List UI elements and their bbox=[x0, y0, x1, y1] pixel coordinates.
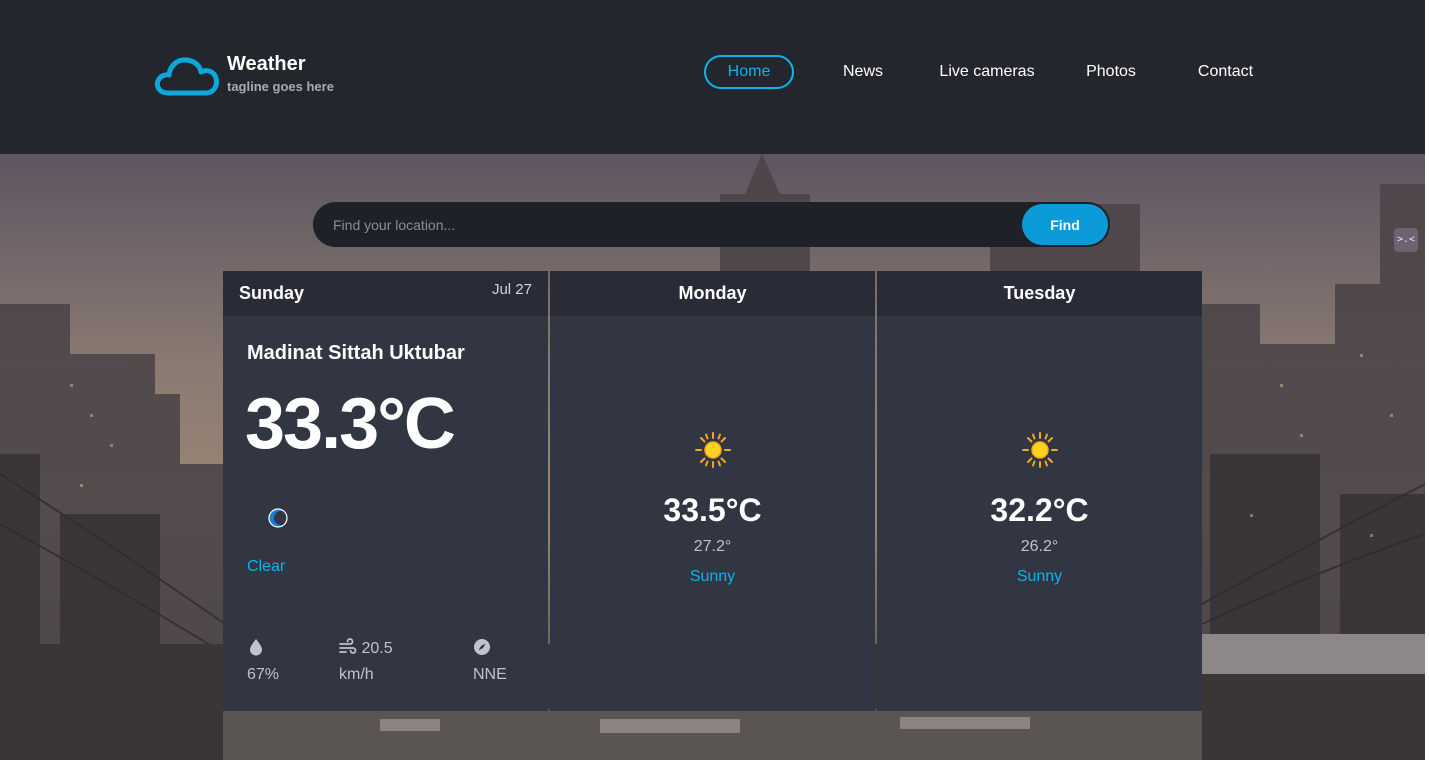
main-nav: Home News Live cameras Photos Contact bbox=[0, 55, 1425, 89]
forecast-header-monday: Monday bbox=[550, 271, 875, 316]
location-search-bar: Find bbox=[313, 202, 1110, 247]
location-search-input[interactable] bbox=[313, 202, 1013, 247]
nav-photos[interactable]: Photos bbox=[1076, 55, 1146, 89]
humidity-value: 67% bbox=[247, 666, 280, 683]
wind-speed-unit: km/h bbox=[339, 666, 374, 683]
forecast-card-tuesday: Tuesday 32.2°C 26.2° Sunny bbox=[877, 271, 1202, 711]
forecast-day-name: Tuesday bbox=[1003, 283, 1076, 303]
wind-stat: 20.5 km/h bbox=[339, 636, 393, 688]
side-panel-handle[interactable]: >.< bbox=[1394, 228, 1418, 252]
forecast-max-temp: 33.5°C bbox=[663, 492, 762, 528]
forecast-condition: Sunny bbox=[689, 568, 736, 585]
today-date: Jul 27 bbox=[491, 281, 532, 298]
forecast-container: Sunday Jul 27 Madinat Sittah Uktubar 33.… bbox=[223, 271, 1202, 711]
forecast-day-name: Monday bbox=[678, 283, 747, 303]
wind-direction-value: NNE bbox=[473, 666, 507, 683]
nav-news[interactable]: News bbox=[833, 55, 893, 89]
sun-icon bbox=[695, 432, 731, 468]
wind-speed-value: 20.5 bbox=[361, 640, 393, 657]
page-edge bbox=[1425, 0, 1429, 760]
forecast-min-temp: 27.2° bbox=[693, 538, 732, 555]
moon-icon bbox=[268, 508, 288, 528]
today-day-name: Sunday bbox=[239, 283, 305, 303]
find-button[interactable]: Find bbox=[1022, 204, 1108, 245]
sun-icon bbox=[1022, 432, 1058, 468]
current-temperature: 33.3°C bbox=[245, 384, 456, 464]
nav-live-cameras[interactable]: Live cameras bbox=[932, 55, 1042, 89]
wind-icon bbox=[339, 638, 357, 654]
wind-direction-stat: NNE bbox=[473, 636, 507, 688]
site-header: Weather tagline goes here Home News Live… bbox=[0, 0, 1425, 154]
current-condition: Clear bbox=[247, 558, 286, 575]
nav-contact[interactable]: Contact bbox=[1188, 55, 1263, 89]
today-header: Sunday Jul 27 bbox=[223, 271, 548, 316]
forecast-card-monday: Monday 33.5°C 27.2° Sunny bbox=[550, 271, 875, 711]
location-name: Madinat Sittah Uktubar bbox=[247, 342, 465, 364]
forecast-min-temp: 26.2° bbox=[1020, 538, 1059, 555]
forecast-condition: Sunny bbox=[1016, 568, 1063, 585]
forecast-max-temp: 32.2°C bbox=[990, 492, 1089, 528]
compass-icon bbox=[474, 639, 490, 655]
forecast-header-tuesday: Tuesday bbox=[877, 271, 1202, 316]
nav-home[interactable]: Home bbox=[704, 55, 794, 89]
humidity-stat: 67% bbox=[247, 636, 279, 688]
today-card: Sunday Jul 27 Madinat Sittah Uktubar 33.… bbox=[223, 271, 548, 711]
humidity-drop-icon bbox=[250, 639, 262, 656]
